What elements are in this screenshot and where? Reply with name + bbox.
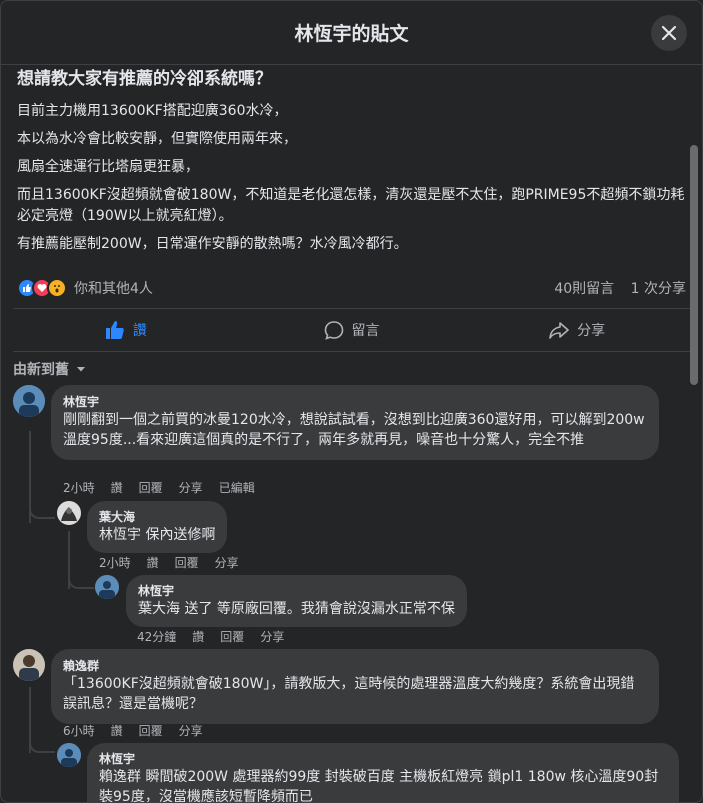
comment-author[interactable]: 林恆宇 — [63, 394, 647, 410]
avatar[interactable] — [57, 501, 81, 525]
thread-connector — [29, 737, 55, 753]
comment-reply-button[interactable]: 回覆 — [139, 479, 163, 496]
close-button[interactable] — [651, 15, 687, 51]
post-dialog: 林恆宇的貼文 想請教大家有推薦的冷卻系統嗎？ 目前主力機用13600KF搭配迎廣… — [0, 0, 703, 803]
like-label: 讚 — [132, 323, 147, 339]
comment-time[interactable]: 42分鐘 — [137, 628, 176, 645]
comment-like-button[interactable]: 讚 — [147, 554, 159, 571]
post-title: 想請教大家有推薦的冷卻系統嗎？ — [17, 69, 272, 89]
post-line: 本以為水冷會比較安靜，但實際使用兩年來， — [17, 131, 297, 147]
avatar[interactable] — [57, 743, 81, 767]
post-line: 而且13600KF沒超頻就會破180W，不知道是老化還怎樣，清灰還是壓不太住，跑… — [17, 187, 685, 224]
sort-label: 由新到舊 — [13, 362, 69, 378]
comment-share-button[interactable]: 分享 — [179, 722, 203, 739]
comment-author[interactable]: 賴逸群 — [63, 658, 647, 674]
comment-like-button[interactable]: 讚 — [111, 479, 123, 496]
comment-reply-button[interactable]: 回覆 — [220, 628, 244, 645]
reaction-count: 你和其他4人 — [74, 281, 153, 297]
comment-bubble: 林恆宇 賴逸群 瞬間破200W 處理器約99度 封裝破百度 主機板紅燈亮 鎖pl… — [87, 743, 679, 802]
post-actions: 讚 留言 分享 — [13, 308, 690, 352]
share-label: 分享 — [577, 323, 606, 339]
comment-bubble: 葉大海 林恆宇 保內送修啊 — [87, 501, 228, 553]
comment-author[interactable]: 林恆宇 — [138, 583, 455, 599]
comment-sort-dropdown[interactable]: 由新到舊 — [13, 359, 702, 379]
comment-reply-button[interactable]: 回覆 — [139, 722, 163, 739]
comment-actions: 2小時 讚 回覆 分享 — [99, 554, 239, 571]
comment-actions: 42分鐘 讚 回覆 分享 — [137, 628, 284, 645]
comment-like-button[interactable]: 讚 — [192, 628, 204, 645]
comment-time[interactable]: 2小時 — [63, 479, 95, 496]
comment-reply: 林恆宇 葉大海 送了 等原廠回覆。我猜會說沒漏水正常不保 — [95, 575, 467, 627]
comment-actions: 6小時 讚 回覆 分享 — [63, 722, 203, 739]
comment-time[interactable]: 2小時 — [99, 554, 131, 571]
comment-bubble: 林恆宇 葉大海 送了 等原廠回覆。我猜會說沒漏水正常不保 — [126, 575, 467, 627]
comment-author[interactable]: 葉大海 — [99, 509, 215, 525]
comments-count[interactable]: 40則留言 — [554, 281, 614, 297]
comment-button[interactable]: 留言 — [239, 309, 465, 351]
scrollbar-thumb[interactable] — [690, 145, 698, 385]
avatar[interactable] — [95, 575, 119, 599]
share-button[interactable]: 分享 — [464, 309, 690, 351]
comment-text: 賴逸群 瞬間破200W 處理器約99度 封裝破百度 主機板紅燈亮 鎖pl1 18… — [99, 769, 659, 802]
comment-bubble-icon — [324, 321, 343, 340]
comment: 賴逸群 「13600KF沒超頻就會破180W」，請教版大，這時候的處理器溫度大約… — [13, 649, 659, 724]
like-button[interactable]: 讚 — [13, 309, 239, 351]
comment-text: 葉大海 送了 等原廠回覆。我猜會說沒漏水正常不保 — [138, 601, 455, 617]
comment: 林恆宇 剛剛翻到一個之前買的冰曼120水冷，想說試試看，沒想到比迎廣360還好用… — [13, 385, 659, 460]
close-icon — [661, 25, 677, 41]
comment-reply: 林恆宇 賴逸群 瞬間破200W 處理器約99度 封裝破百度 主機板紅燈亮 鎖pl… — [57, 743, 679, 802]
comment-text: 林恆宇 保內送修啊 — [99, 527, 216, 543]
comment-text: 「13600KF沒超頻就會破180W」，請教版大，這時候的處理器溫度大約幾度？系… — [63, 676, 635, 712]
post-stats: 40則留言 1 次分享 — [542, 278, 686, 298]
avatar[interactable] — [13, 649, 45, 681]
comment-bubble: 賴逸群 「13600KF沒超頻就會破180W」，請教版大，這時候的處理器溫度大約… — [51, 649, 659, 724]
comment-share-button[interactable]: 分享 — [179, 479, 203, 496]
post-scroll-area[interactable]: 想請教大家有推薦的冷卻系統嗎？ 目前主力機用13600KF搭配迎廣360水冷， … — [1, 65, 702, 802]
comment-label: 留言 — [351, 323, 380, 339]
wow-reaction-icon — [47, 278, 67, 298]
comment-text: 剛剛翻到一個之前買的冰曼120水冷，想說試試看，沒想到比迎廣360還好用，可以解… — [63, 412, 645, 448]
reaction-summary[interactable]: 你和其他4人 — [17, 278, 153, 298]
comment-time[interactable]: 6小時 — [63, 722, 95, 739]
post-line: 有推薦能壓制200W，日常運作安靜的散熱嗎？水冷風冷都行。 — [17, 236, 408, 252]
thread-connector — [29, 503, 55, 519]
comment-author[interactable]: 林恆宇 — [99, 751, 667, 767]
edited-label: 已編輯 — [218, 481, 255, 495]
post-line: 風扇全速運行比塔扇更狂暴， — [17, 159, 199, 175]
comment-like-button[interactable]: 讚 — [111, 722, 123, 739]
thread-connector — [68, 571, 94, 589]
post-line: 目前主力機用13600KF搭配迎廣360水冷， — [17, 103, 288, 119]
comment-share-button[interactable]: 分享 — [260, 628, 284, 645]
comment-actions: 2小時 讚 回覆 分享 已編輯 — [63, 479, 255, 496]
comment-share-button[interactable]: 分享 — [215, 554, 239, 571]
post-body: 想請教大家有推薦的冷卻系統嗎？ 目前主力機用13600KF搭配迎廣360水冷， … — [1, 67, 702, 299]
chevron-down-icon — [77, 367, 85, 372]
dialog-header: 林恆宇的貼文 — [1, 1, 702, 65]
comment-bubble: 林恆宇 剛剛翻到一個之前買的冰曼120水冷，想說試試看，沒想到比迎廣360還好用… — [51, 385, 659, 460]
reactions-bar: 你和其他4人 40則留言 1 次分享 — [17, 277, 686, 299]
thumbs-up-icon — [105, 321, 124, 339]
dialog-title: 林恆宇的貼文 — [294, 23, 409, 45]
comment-reply-button[interactable]: 回覆 — [175, 554, 199, 571]
shares-count[interactable]: 1 次分享 — [631, 281, 686, 297]
avatar[interactable] — [13, 385, 45, 417]
share-arrow-icon — [549, 322, 569, 339]
comment-reply: 葉大海 林恆宇 保內送修啊 — [57, 501, 228, 553]
